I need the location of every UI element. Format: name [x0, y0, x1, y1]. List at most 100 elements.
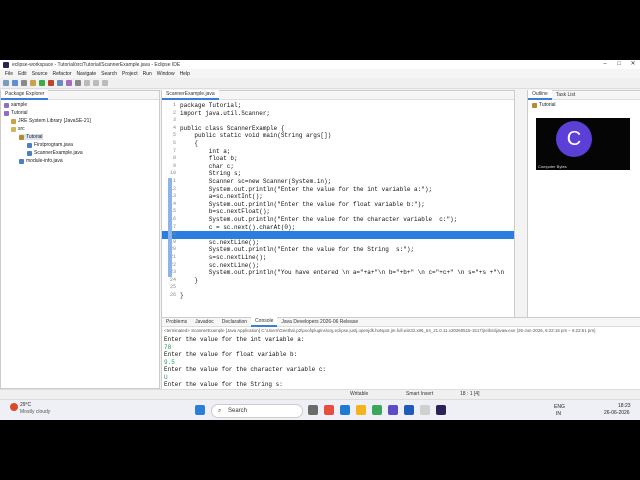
code-line[interactable]: 5 public static void main(String args[]): [162, 132, 514, 140]
code-line[interactable]: 21 s=sc.nextLine();: [162, 254, 514, 262]
code-line[interactable]: 18: [162, 231, 514, 239]
lang-ind-1[interactable]: ENG: [554, 404, 565, 410]
code-text: int a;: [180, 147, 231, 155]
menu-file[interactable]: File: [5, 71, 13, 77]
forward-icon[interactable]: [102, 80, 108, 86]
code-line[interactable]: 7 int a;: [162, 148, 514, 156]
eclipse-taskbar-icon[interactable]: [436, 405, 446, 415]
menu-project[interactable]: Project: [122, 71, 138, 77]
package-explorer: Package Explorer sample Tutorial JRE Sys…: [0, 90, 160, 389]
code-area[interactable]: 1 package Tutorial; 2 import java.util.Scan…: [162, 102, 514, 335]
status-insert-mode: Smart Insert: [406, 391, 434, 397]
tree-item-module-info[interactable]: module-info.java: [19, 158, 63, 164]
outline-item[interactable]: Tutorial: [532, 102, 556, 108]
code-line[interactable]: 11 Scanner sc=new Scanner(System.in);: [162, 178, 514, 186]
close-icon[interactable]: ✕: [626, 60, 640, 69]
file-explorer-icon[interactable]: [356, 405, 366, 415]
word-icon[interactable]: [404, 405, 414, 415]
code-line[interactable]: 2 import java.util.Scanner;: [162, 110, 514, 118]
tab-java-developers[interactable]: Java Developers 2026-06 Release: [277, 318, 362, 326]
debug-icon[interactable]: [30, 80, 36, 86]
clock-date[interactable]: 26-06-2026: [604, 410, 630, 416]
menu-navigate[interactable]: Navigate: [76, 71, 96, 77]
menu-refactor[interactable]: Refactor: [53, 71, 72, 77]
code-line[interactable]: 20 System.out.println("Enter the value f…: [162, 246, 514, 254]
code-text: s=sc.nextLine();: [180, 254, 267, 261]
menu-search[interactable]: Search: [101, 71, 117, 77]
code-line[interactable]: 22 sc.nextLine();: [162, 262, 514, 270]
stop-icon[interactable]: [48, 80, 54, 86]
bottom-tabs: Problems Javadoc Declaration Console Jav…: [162, 317, 640, 327]
tab-task-list[interactable]: Task List: [552, 91, 579, 99]
code-text: sc.nextLine();: [180, 238, 260, 246]
task-view-icon[interactable]: [308, 405, 318, 415]
search-label: Search: [228, 408, 248, 414]
code-line[interactable]: 8 float b;: [162, 155, 514, 163]
code-line[interactable]: 12 System.out.println("Enter the value f…: [162, 186, 514, 194]
code-line[interactable]: 25: [162, 284, 514, 292]
tree-item-src[interactable]: src: [11, 126, 25, 132]
code-line[interactable]: 17 c = sc.next().charAt(0);: [162, 224, 514, 232]
line-number: 25: [169, 284, 176, 291]
code-text: package Tutorial;: [180, 102, 242, 109]
code-text: float b;: [180, 155, 238, 163]
menu-edit[interactable]: Edit: [18, 71, 27, 77]
tab-problems[interactable]: Problems: [162, 318, 191, 326]
edge-icon[interactable]: [340, 405, 350, 415]
code-line[interactable]: 16 System.out.println("Enter the value f…: [162, 216, 514, 224]
tree-item-tutorial-package[interactable]: Tutorial: [19, 134, 43, 140]
minimize-icon[interactable]: –: [598, 60, 612, 69]
menu-run[interactable]: Run: [143, 71, 152, 77]
menu-help[interactable]: Help: [180, 71, 190, 77]
search-box[interactable]: ⌕ Search: [211, 404, 303, 418]
menu-window[interactable]: Window: [157, 71, 175, 77]
code-line[interactable]: 9 char c;: [162, 163, 514, 171]
code-line[interactable]: 13 a=sc.nextInt();: [162, 193, 514, 201]
tree-item-firstprogram[interactable]: Firstprogram.java: [27, 142, 73, 148]
lang-ind-2[interactable]: IN: [556, 411, 561, 417]
save-icon[interactable]: [12, 80, 18, 86]
terminal-icon[interactable]: [420, 405, 430, 415]
tab-scannerexample[interactable]: ScannerExample.java: [162, 90, 219, 100]
project-icon: [4, 102, 9, 108]
next-annotation-icon[interactable]: [84, 80, 90, 86]
tree-item-tutorial-project[interactable]: Tutorial: [4, 110, 28, 116]
maximize-icon[interactable]: □: [612, 60, 626, 69]
tree-item-sample[interactable]: sample: [4, 102, 27, 108]
code-line[interactable]: 24 }: [162, 277, 514, 285]
new-java-project-icon[interactable]: [57, 80, 63, 86]
tab-javadoc[interactable]: Javadoc: [191, 318, 218, 326]
run-icon[interactable]: [39, 80, 45, 86]
start-icon[interactable]: [195, 405, 205, 415]
menu-source[interactable]: Source: [32, 71, 48, 77]
search-icon[interactable]: [75, 80, 81, 86]
code-line[interactable]: 10 String s;: [162, 170, 514, 178]
tree-item-jre[interactable]: JRE System Library [JavaSE-21]: [11, 118, 91, 124]
new-class-icon[interactable]: [66, 80, 72, 86]
tab-declaration[interactable]: Declaration: [218, 318, 251, 326]
code-line[interactable]: 6 {: [162, 140, 514, 148]
status-cursor-pos: 18 : 1 [4]: [460, 391, 480, 397]
app-icon[interactable]: [324, 405, 334, 415]
back-icon[interactable]: [93, 80, 99, 86]
teams-icon[interactable]: [388, 405, 398, 415]
new-icon[interactable]: [3, 80, 9, 86]
code-line[interactable]: 1 package Tutorial;: [162, 102, 514, 110]
code-line[interactable]: 3: [162, 117, 514, 125]
tab-package-explorer[interactable]: Package Explorer: [1, 90, 49, 100]
clock-time[interactable]: 18:23: [618, 403, 631, 409]
save-all-icon[interactable]: [21, 80, 27, 86]
code-editor[interactable]: ScannerExample.java 1 package Tutorial; 2 i…: [161, 90, 515, 338]
package-icon: [19, 134, 24, 140]
code-line[interactable]: 14 System.out.println("Enter the value f…: [162, 201, 514, 209]
tree-item-scannerexample[interactable]: ScannerExample.java: [27, 150, 83, 156]
code-line[interactable]: 26}: [162, 292, 514, 300]
tab-outline[interactable]: Outline: [528, 90, 552, 100]
code-line[interactable]: 15 b=sc.nextFloat();: [162, 208, 514, 216]
tab-console[interactable]: Console: [251, 317, 278, 327]
code-line[interactable]: 4 public class ScannerExample {: [162, 125, 514, 133]
line-number: 8: [172, 155, 176, 162]
chrome-icon[interactable]: [372, 405, 382, 415]
code-line[interactable]: 23 System.out.println("You have entered …: [162, 269, 514, 277]
code-line[interactable]: 19 sc.nextLine();: [162, 239, 514, 247]
